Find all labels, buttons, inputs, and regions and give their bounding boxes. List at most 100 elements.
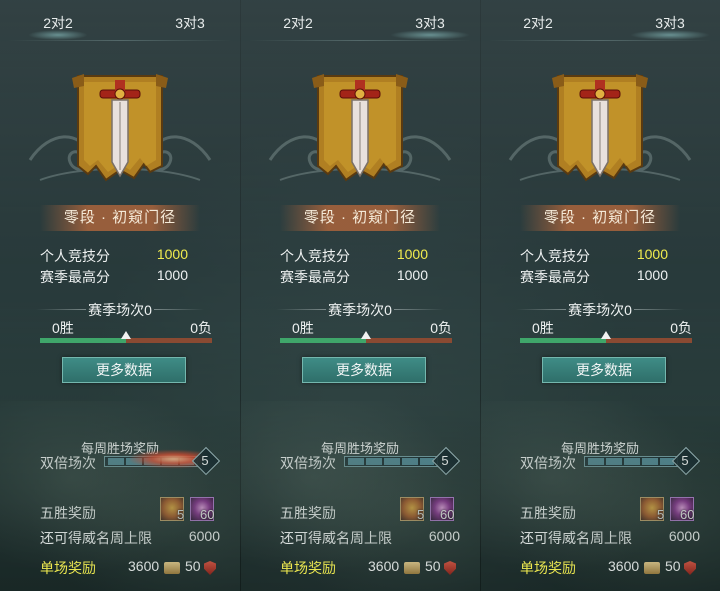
mode-tabs: 2对2 3对3 [0, 0, 240, 44]
single-reward-label: 单场奖励 [40, 560, 96, 576]
arena-panel: 2对2 3对3 零段 · 初窥门径 个人竞技分 1000 赛季最高分 1000 … [0, 0, 241, 591]
losses-count: 0负 [670, 320, 692, 336]
rank-title: 零段 · 初窥门径 [520, 205, 680, 231]
personal-score-row: 个人竞技分 1000 [520, 246, 680, 266]
single-reward-coins: 3600 [608, 558, 640, 574]
win-fill [280, 338, 366, 343]
wins-count: 0胜 [292, 320, 314, 336]
more-data-button[interactable]: 更多数据 [302, 357, 426, 383]
season-matches: 赛季场次0 [240, 300, 480, 320]
rank-emblem-icon [70, 70, 170, 190]
win-fill [40, 338, 126, 343]
single-reward-shields: 50 [425, 558, 441, 574]
shield-icon [684, 561, 696, 575]
double-segment [348, 458, 364, 465]
item-count: 5 [657, 507, 665, 522]
five-win-row: 五胜奖励 5 60 [520, 497, 700, 523]
season-best-value: 1000 [396, 267, 428, 283]
tab-3v3[interactable]: 3对3 [630, 10, 710, 40]
season-matches: 赛季场次0 [480, 300, 720, 320]
fame-cap-value: 6000 [188, 528, 220, 544]
personal-score-label: 个人竞技分 [280, 248, 350, 264]
win-loss-bar [280, 331, 452, 343]
coin-icon [644, 562, 660, 574]
wins-count: 0胜 [52, 320, 74, 336]
ratio-marker-icon [601, 331, 611, 339]
double-segment [402, 458, 418, 465]
item-count: 60 [200, 507, 215, 522]
losses-count: 0负 [190, 320, 212, 336]
double-segment [624, 458, 640, 465]
single-reward-shields: 50 [185, 558, 201, 574]
coin-icon [164, 562, 180, 574]
double-count-value: 5 [441, 453, 449, 468]
tab-2v2[interactable]: 2对2 [508, 10, 568, 36]
double-count-value: 5 [681, 453, 689, 468]
win-loss-bar [520, 331, 692, 343]
win-loss-bar [40, 331, 212, 343]
more-data-button[interactable]: 更多数据 [62, 357, 186, 383]
double-matches-label: 双倍场次 [40, 455, 96, 471]
season-best-value: 1000 [156, 267, 188, 283]
tab-3v3[interactable]: 3对3 [150, 10, 230, 36]
personal-score-label: 个人竞技分 [520, 248, 590, 264]
double-matches-label: 双倍场次 [520, 455, 576, 471]
coin-icon [404, 562, 420, 574]
shield-icon [444, 561, 456, 575]
personal-score-label: 个人竞技分 [40, 248, 110, 264]
fame-cap-row: 还可得威名周上限 6000 [280, 528, 460, 548]
season-best-label: 赛季最高分 [280, 269, 350, 285]
tab-2v2[interactable]: 2对2 [28, 10, 88, 40]
win-fill [520, 338, 606, 343]
ratio-marker-icon [361, 331, 371, 339]
personal-score-row: 个人竞技分 1000 [40, 246, 200, 266]
shield-icon [204, 561, 216, 575]
losses-count: 0负 [430, 320, 452, 336]
fame-cap-label: 还可得威名周上限 [40, 530, 152, 546]
double-matches-track [344, 456, 438, 467]
item-count: 5 [177, 507, 185, 522]
double-count-value: 5 [201, 453, 209, 468]
single-reward-label: 单场奖励 [520, 560, 576, 576]
season-matches: 赛季场次0 [0, 300, 240, 320]
single-reward-coins: 3600 [128, 558, 160, 574]
personal-score-value: 1000 [156, 246, 188, 262]
rank-title: 零段 · 初窥门径 [40, 205, 200, 231]
season-best-row: 赛季最高分 1000 [280, 267, 440, 287]
arena-panel: 2对2 3对3 零段 · 初窥门径 个人竞技分 1000 赛季最高分 1000 … [480, 0, 720, 591]
single-reward-row: 单场奖励 3600 50 [520, 558, 700, 578]
five-win-label: 五胜奖励 [40, 505, 96, 521]
five-win-label: 五胜奖励 [280, 505, 336, 521]
tab-divider [488, 40, 712, 41]
more-data-button[interactable]: 更多数据 [542, 357, 666, 383]
season-best-row: 赛季最高分 1000 [520, 267, 680, 287]
single-reward-shields: 50 [665, 558, 681, 574]
personal-score-value: 1000 [636, 246, 668, 262]
single-reward-row: 单场奖励 3600 50 [280, 558, 460, 578]
tab-divider [248, 40, 472, 41]
double-segment [642, 458, 658, 465]
season-best-row: 赛季最高分 1000 [40, 267, 200, 287]
single-reward-label: 单场奖励 [280, 560, 336, 576]
fame-cap-row: 还可得威名周上限 6000 [520, 528, 700, 548]
rank-emblem-icon [550, 70, 650, 190]
season-best-label: 赛季最高分 [40, 269, 110, 285]
tab-3v3[interactable]: 3对3 [390, 10, 470, 40]
five-win-label: 五胜奖励 [520, 505, 576, 521]
tab-divider [8, 40, 232, 41]
item-count: 60 [440, 507, 455, 522]
item-count: 60 [680, 507, 695, 522]
fame-cap-label: 还可得威名周上限 [520, 530, 632, 546]
wins-count: 0胜 [532, 320, 554, 336]
fame-cap-value: 6000 [668, 528, 700, 544]
arena-panel: 2对2 3对3 零段 · 初窥门径 个人竞技分 1000 赛季最高分 1000 … [240, 0, 481, 591]
double-segment [606, 458, 622, 465]
five-win-row: 五胜奖励 5 60 [280, 497, 460, 523]
fame-cap-row: 还可得威名周上限 6000 [40, 528, 220, 548]
double-segment [366, 458, 382, 465]
mode-tabs: 2对2 3对3 [480, 0, 720, 44]
ratio-marker-icon [121, 331, 131, 339]
tab-2v2[interactable]: 2对2 [268, 10, 328, 36]
single-reward-coins: 3600 [368, 558, 400, 574]
fame-cap-label: 还可得威名周上限 [280, 530, 392, 546]
